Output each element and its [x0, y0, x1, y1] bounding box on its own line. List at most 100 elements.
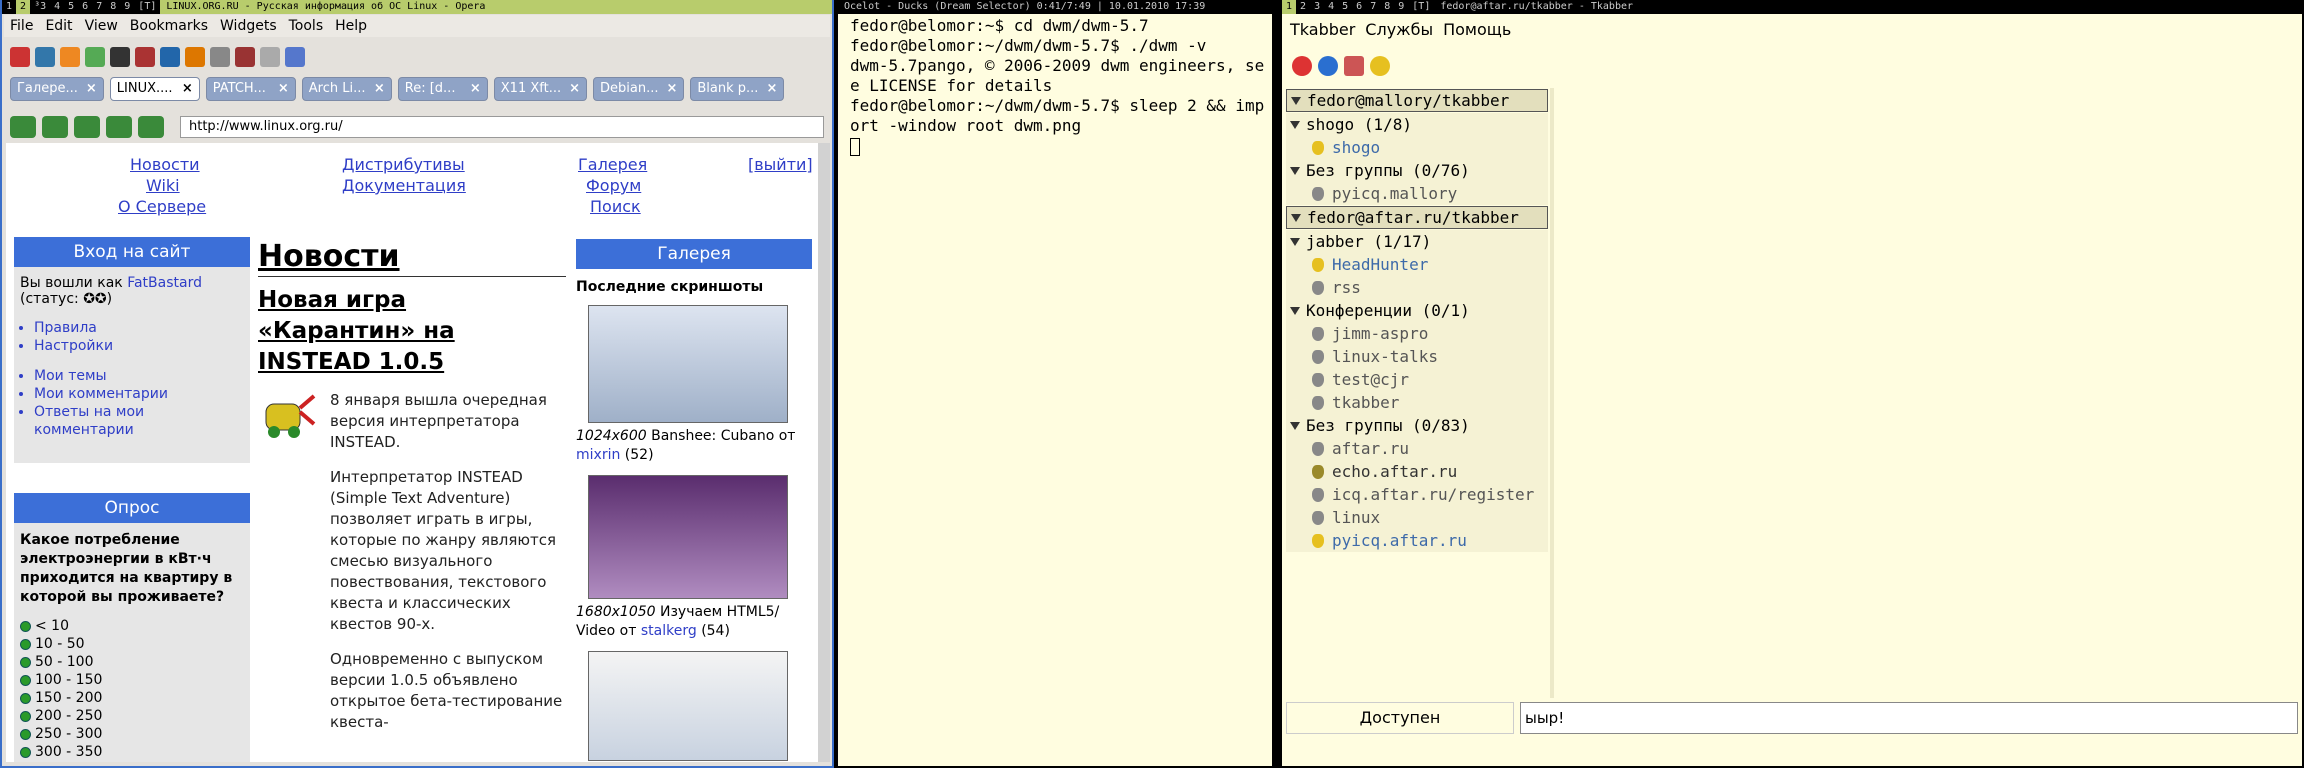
tag-item[interactable]: 8	[106, 0, 120, 14]
roster-contact[interactable]: shogo	[1286, 136, 1548, 159]
browser-tab[interactable]: X11 Xft... ×	[493, 77, 587, 101]
screenshot-thumbnail[interactable]	[588, 651, 788, 761]
address-field[interactable]: http://www.linux.org.ru/	[180, 116, 824, 138]
menu-help[interactable]: Помощь	[1443, 20, 1511, 39]
tag-item[interactable]: 5	[1338, 0, 1352, 14]
expand-triangle-icon[interactable]	[1290, 306, 1300, 315]
close-icon[interactable]: ×	[766, 78, 777, 100]
bookmark-icon[interactable]	[85, 47, 105, 67]
terminal-output[interactable]: fedor@belomor:~$ cd dwm/dwm-5.7 fedor@be…	[850, 16, 1266, 156]
bulb-icon[interactable]	[1370, 56, 1390, 76]
back-button[interactable]	[10, 116, 36, 138]
browser-tab[interactable]: Re: [d... ×	[397, 77, 488, 101]
screenshot-thumbnail[interactable]	[588, 305, 788, 423]
tag-item[interactable]: [T]	[1408, 0, 1434, 14]
roster-group[interactable]: Без группы (0/76)	[1286, 159, 1548, 182]
bookmark-icon[interactable]	[185, 47, 205, 67]
tag-item[interactable]: ³3	[30, 0, 50, 14]
tag-item[interactable]: 1	[2, 0, 16, 14]
menu-item-bookmarks[interactable]: Bookmarks	[124, 15, 214, 37]
roster-contact[interactable]: pyicq.aftar.ru	[1286, 529, 1548, 552]
sidebar-link[interactable]: Ответы на мои комментарии	[34, 403, 244, 439]
bookmark-icon[interactable]	[10, 47, 30, 67]
poll-option[interactable]: < 10	[20, 617, 244, 635]
sidebar-link[interactable]: Мои темы	[34, 367, 244, 385]
globe-icon[interactable]	[1318, 56, 1338, 76]
bookmark-icon[interactable]	[285, 47, 305, 67]
expand-triangle-icon[interactable]	[1290, 120, 1300, 129]
nav-link-docs[interactable]: Документация	[342, 176, 466, 195]
nav-link-search[interactable]: Поиск	[590, 197, 641, 216]
tag-item[interactable]: 7	[1366, 0, 1380, 14]
tag-item[interactable]: 9	[120, 0, 134, 14]
close-icon[interactable]: ×	[374, 78, 385, 100]
tag-item[interactable]: 1	[1282, 0, 1297, 14]
menu-item-view[interactable]: View	[79, 15, 124, 37]
roster-contact[interactable]: pyicq.mallory	[1286, 182, 1548, 205]
tag-item[interactable]: 4	[1324, 0, 1338, 14]
tag-item[interactable]: 9	[1394, 0, 1408, 14]
menu-tkabber[interactable]: Tkabber	[1290, 20, 1355, 39]
roster-group[interactable]: Конференции (0/1)	[1286, 299, 1548, 322]
bookmark-icon[interactable]	[35, 47, 55, 67]
browser-tab[interactable]: PATCH... ×	[205, 77, 296, 101]
status-button[interactable]: Доступен	[1286, 702, 1514, 734]
roster-account[interactable]: fedor@aftar.ru/tkabber	[1286, 206, 1548, 229]
nav-link-forum[interactable]: Форум	[586, 176, 641, 195]
radio-icon[interactable]	[20, 674, 31, 686]
radio-icon[interactable]	[20, 710, 31, 722]
pane-divider[interactable]	[1550, 88, 1554, 698]
roster-contact[interactable]: HeadHunter	[1286, 253, 1548, 276]
roster-group[interactable]: jabber (1/17)	[1286, 230, 1548, 253]
home-button[interactable]	[106, 116, 132, 138]
menu-item-help[interactable]: Help	[329, 15, 373, 37]
bookmark-icon[interactable]	[110, 47, 130, 67]
roster-contact[interactable]: linux-talks	[1286, 345, 1548, 368]
bookmark-icon[interactable]	[60, 47, 80, 67]
roster-contact[interactable]: rss	[1286, 276, 1548, 299]
tag-item[interactable]: 5	[64, 0, 78, 14]
roster-contact[interactable]: jimm-aspro	[1286, 322, 1548, 345]
roster-group[interactable]: shogo (1/8)	[1286, 113, 1548, 136]
bookmark-icon[interactable]	[160, 47, 180, 67]
close-icon[interactable]: ×	[569, 78, 580, 100]
expand-triangle-icon[interactable]	[1291, 96, 1301, 105]
expand-triangle-icon[interactable]	[1290, 166, 1300, 175]
poll-option[interactable]: 150 - 200	[20, 689, 244, 707]
radio-icon[interactable]	[20, 656, 31, 668]
close-icon[interactable]: ×	[278, 78, 289, 100]
sidebar-link[interactable]: Мои комментарии	[34, 385, 244, 403]
nav-link-about[interactable]: О Сервере	[118, 197, 206, 216]
roster-contact[interactable]: aftar.ru	[1286, 437, 1548, 460]
tag-item[interactable]: 7	[92, 0, 106, 14]
menu-item-edit[interactable]: Edit	[39, 15, 78, 37]
tag-item[interactable]: 4	[50, 0, 64, 14]
poll-option[interactable]: 50 - 100	[20, 653, 244, 671]
users-icon[interactable]	[1344, 56, 1364, 76]
close-icon[interactable]: ×	[182, 78, 193, 100]
tag-item[interactable]: 8	[1380, 0, 1394, 14]
roster-group[interactable]: Без группы (0/83)	[1286, 414, 1548, 437]
nav-link-news[interactable]: Новости	[130, 155, 200, 174]
news-title[interactable]: Новая игра «Карантин» на INSTEAD 1.0.5	[258, 285, 566, 378]
bookmark-button[interactable]	[138, 116, 164, 138]
radio-icon[interactable]	[20, 692, 31, 704]
browser-tab[interactable]: Blank p... ×	[690, 77, 785, 101]
browser-tab[interactable]: LINUX.... ×	[109, 77, 200, 101]
bookmark-icon[interactable]	[135, 47, 155, 67]
radio-icon[interactable]	[20, 638, 31, 650]
bookmark-icon[interactable]	[235, 47, 255, 67]
status-message-input[interactable]: ыыр!	[1520, 702, 2298, 734]
poll-option[interactable]: 100 - 150	[20, 671, 244, 689]
sidebar-link[interactable]: Правила	[34, 319, 244, 337]
screenshot-thumbnail[interactable]	[588, 475, 788, 599]
close-icon[interactable]: ×	[470, 78, 481, 100]
tag-item[interactable]: 6	[78, 0, 92, 14]
nav-link-gallery[interactable]: Галерея	[578, 155, 647, 174]
menu-item-file[interactable]: File	[4, 15, 39, 37]
radio-icon[interactable]	[20, 746, 31, 758]
browser-tab[interactable]: Галере... ×	[10, 77, 104, 101]
author-link[interactable]: mixrin	[576, 447, 620, 463]
sidebar-link[interactable]: Настройки	[34, 337, 244, 355]
browser-tab[interactable]: Debian... ×	[593, 77, 685, 101]
